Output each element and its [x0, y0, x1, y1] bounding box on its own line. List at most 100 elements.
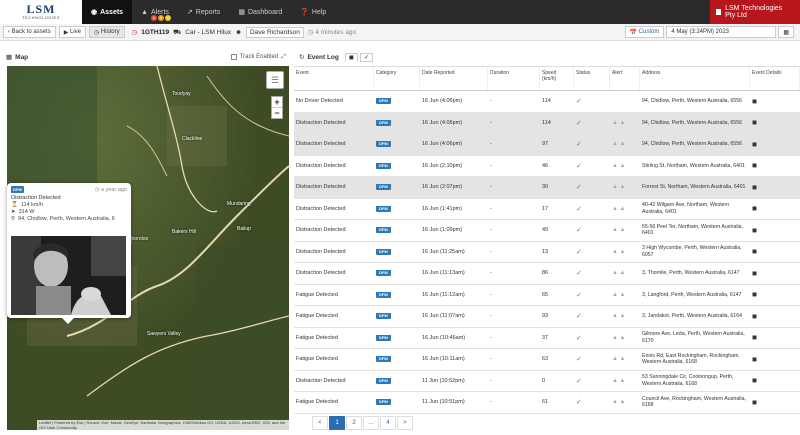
driver-name[interactable]: Dave Richardson: [245, 26, 304, 38]
table-row[interactable]: Distraction Detected DFM 16 Jun (11:25am) -…: [294, 242, 800, 263]
bell-icon[interactable]: ▲: [612, 227, 618, 233]
col-speed[interactable]: Speed (km/h): [540, 67, 574, 90]
expand-icon[interactable]: ⤢: [281, 54, 286, 61]
nav-alerts[interactable]: ▲ Alerts 0 0 0: [132, 0, 178, 24]
bell-icon[interactable]: ▲: [612, 313, 618, 319]
table-row[interactable]: No Driver Detected DFM 16 Jun (4:06pm) - 114…: [294, 91, 800, 113]
bell-icon[interactable]: ▲: [612, 249, 618, 255]
table-row[interactable]: Distraction Detected DFM 16 Jun (1:41pm) - 1…: [294, 199, 800, 220]
nav-help[interactable]: ❓ Help: [291, 0, 335, 24]
table-row[interactable]: Distraction Detected DFM 16 Jun (11:13am) -…: [294, 263, 800, 285]
page-button[interactable]: <: [312, 416, 328, 430]
layers-button[interactable]: ☰: [266, 71, 284, 89]
camera-icon[interactable]: ◼: [752, 271, 757, 277]
nav-dashboard[interactable]: ▦ Dashboard: [229, 0, 291, 24]
camera-icon[interactable]: ◼: [752, 378, 757, 384]
bell-icon[interactable]: ▲: [612, 184, 618, 190]
bell-icon[interactable]: ▲: [612, 120, 618, 126]
table-row[interactable]: Fatigue Detected DFM 16 Jun (11:07am) - 93 ✓ ▲…: [294, 306, 800, 328]
bell-icon[interactable]: ▲: [619, 399, 625, 405]
col-date[interactable]: Date Reported: [420, 67, 488, 90]
bell-icon[interactable]: ▲: [619, 249, 625, 255]
bell-icon[interactable]: ▲: [612, 163, 618, 169]
bell-icon[interactable]: ▲: [619, 313, 625, 319]
bell-icon[interactable]: ▲: [612, 335, 618, 341]
track-checkbox[interactable]: [230, 54, 237, 60]
page-button[interactable]: ...: [363, 416, 379, 430]
camera-icon[interactable]: ◼: [752, 142, 757, 148]
zoom-in-button[interactable]: +: [274, 97, 279, 107]
company-menu[interactable]: LSM Technologies Pty Ltd: [710, 0, 800, 24]
bell-icon[interactable]: ▲: [619, 335, 625, 341]
page-button[interactable]: 2: [346, 416, 362, 430]
camera-icon[interactable]: ◼: [752, 163, 757, 169]
company-logo[interactable]: LSM TECHNOLOGIES: [0, 0, 82, 24]
table-row[interactable]: Distraction Detected DFM 16 Jun (4:06pm) - 9…: [294, 134, 800, 156]
bell-icon[interactable]: ▲: [619, 292, 625, 298]
nav-assets[interactable]: ◉ Assets: [82, 0, 133, 24]
zoom-out-button[interactable]: −: [272, 107, 282, 118]
bell-icon[interactable]: ▲: [619, 356, 625, 362]
camera-icon[interactable]: ◼: [752, 120, 757, 126]
history-button[interactable]: ◷ History: [89, 26, 125, 38]
camera-icon[interactable]: ◼: [752, 249, 757, 255]
camera-icon[interactable]: ◼: [752, 335, 757, 341]
table-row[interactable]: Fatigue Detected DFM 16 Jun (10:46am) - 37 ✓ ▲…: [294, 328, 800, 349]
camera-tab-icon[interactable]: ◼: [344, 52, 358, 62]
camera-icon[interactable]: ◼: [752, 314, 757, 320]
bell-icon[interactable]: ▲: [619, 120, 625, 126]
date-field[interactable]: 4 May (3:24PM) 2023: [666, 26, 777, 38]
page-button[interactable]: >: [397, 416, 413, 430]
bell-icon[interactable]: ▲: [612, 378, 618, 384]
camera-icon[interactable]: ◼: [752, 99, 757, 105]
duration: -: [490, 227, 492, 234]
table-row[interactable]: Distraction Detected DFM 16 Jun (2:07pm) - 3…: [294, 177, 800, 199]
bell-icon[interactable]: ▲: [619, 378, 625, 384]
col-event[interactable]: Event: [294, 67, 374, 90]
bell-icon[interactable]: ▲: [619, 163, 625, 169]
custom-range-button[interactable]: 📅 Custom: [624, 26, 665, 38]
bell-icon[interactable]: ▲: [612, 399, 618, 405]
bell-icon[interactable]: ▲: [612, 292, 618, 298]
page-button[interactable]: 1: [329, 416, 345, 430]
table-row[interactable]: Fatigue Detected DFM 16 Jun (10:11am) - 63 ✓ ▲…: [294, 349, 800, 371]
table-row[interactable]: Distraction Detected DFM 11 Jun (10:52pm) -…: [294, 371, 800, 392]
bell-icon[interactable]: ▲: [619, 227, 625, 233]
bell-icon[interactable]: ▲: [612, 206, 618, 212]
category-cell: DFM: [374, 227, 420, 234]
col-duration[interactable]: Duration: [488, 67, 540, 90]
nav-reports[interactable]: ↗ Reports: [178, 0, 229, 24]
camera-icon[interactable]: ◼: [752, 185, 757, 191]
bell-icon[interactable]: ▲: [612, 270, 618, 276]
col-category[interactable]: Category: [374, 67, 420, 90]
col-alert[interactable]: Alert: [610, 67, 640, 90]
live-button[interactable]: ▶ Live: [58, 26, 86, 38]
camera-icon[interactable]: ◼: [752, 206, 757, 212]
page-button[interactable]: 4: [380, 416, 396, 430]
col-event-details[interactable]: Event Details: [750, 67, 800, 90]
address: 3, Jandakot, Perth, Western Australia, 6…: [642, 313, 742, 319]
bell-icon[interactable]: ▲: [619, 141, 625, 147]
camera-icon[interactable]: ◼: [752, 357, 757, 363]
camera-icon[interactable]: ◼: [752, 292, 757, 298]
table-row[interactable]: Distraction Detected DFM 16 Jun (1:09pm) - 4…: [294, 220, 800, 242]
camera-icon[interactable]: ◼: [752, 228, 757, 234]
bell-icon[interactable]: ▲: [619, 206, 625, 212]
bell-icon[interactable]: ▲: [619, 270, 625, 276]
calendar-button[interactable]: ▦: [778, 26, 794, 38]
back-to-assets-button[interactable]: ‹ Back to assets: [3, 26, 56, 38]
driver-camera-photo[interactable]: [11, 236, 126, 315]
track-toggle[interactable]: Track Enabled ⤢: [230, 54, 286, 61]
table-row[interactable]: Fatigue Detected DFM 11 Jun (10:51pm) - 61 ✓ ▲…: [294, 392, 800, 414]
table-row[interactable]: Fatigue Detected DFM 16 Jun (11:12am) - 65 ✓ ▲…: [294, 285, 800, 306]
bell-icon[interactable]: ▲: [612, 356, 618, 362]
bell-icon[interactable]: ▲: [619, 184, 625, 190]
table-row[interactable]: Distraction Detected DFM 16 Jun (2:10pm) - 4…: [294, 156, 800, 177]
filter-tab-icon[interactable]: ✓: [359, 52, 373, 62]
col-status[interactable]: Status: [574, 67, 610, 90]
alert-cell: ▲ ▲: [610, 292, 640, 298]
bell-icon[interactable]: ▲: [612, 141, 618, 147]
table-row[interactable]: Distraction Detected DFM 16 Jun (4:06pm) - 1…: [294, 112, 800, 134]
col-address[interactable]: Address: [640, 67, 750, 90]
camera-icon[interactable]: ◼: [752, 400, 757, 406]
